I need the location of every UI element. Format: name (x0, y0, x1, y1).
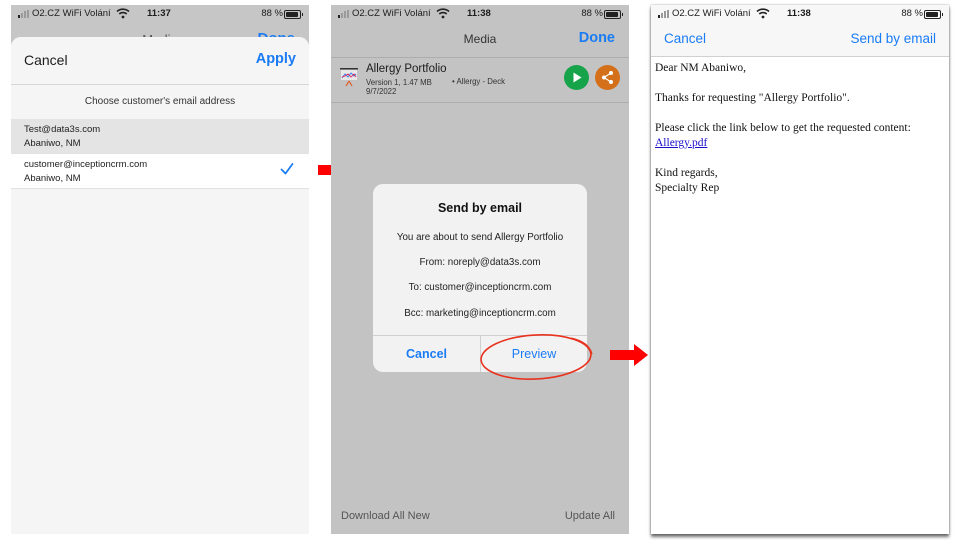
status-bar: O2.CZ WiFi Volání 11:37 88 % (11, 5, 309, 25)
wifi-icon (756, 8, 770, 19)
done-button[interactable]: Done (579, 30, 615, 46)
signal-icon (338, 10, 349, 18)
share-button[interactable] (595, 65, 620, 90)
status-bar: O2.CZ WiFi Volání 11:38 88 % (651, 5, 949, 25)
battery-percent: 88 % (261, 8, 283, 19)
clock: 11:38 (787, 8, 811, 19)
email-option[interactable]: Test@data3s.com Abaniwo, NM (11, 119, 309, 154)
screen-email-preview: O2.CZ WiFi Volání 11:38 88 % Cancel Send… (651, 5, 949, 534)
apply-button[interactable]: Apply (256, 51, 296, 67)
email-instruction-block: Please click the link below to get the r… (655, 121, 945, 151)
download-all-new-button[interactable]: Download All New (341, 510, 430, 522)
media-date: 9/7/2022 (366, 87, 397, 96)
dialog-bcc: Bcc: marketing@inceptioncrm.com (404, 308, 556, 319)
wifi-icon (436, 8, 450, 19)
nav-bar: Cancel Send by email (651, 25, 949, 57)
play-icon (573, 72, 582, 83)
email-option[interactable]: customer@inceptioncrm.com Abaniwo, NM (11, 154, 309, 189)
arrow-right-icon (610, 344, 648, 366)
email-signoff-block: Kind regards, Specialty Rep (655, 166, 945, 196)
media-tags: • Allergy - Deck (452, 77, 505, 86)
carrier-label: O2.CZ WiFi Volání (352, 8, 431, 19)
battery-icon (604, 10, 623, 19)
nav-bar: Media Done (331, 25, 629, 58)
battery-percent: 88 % (581, 8, 603, 19)
email-closing: Kind regards, (655, 167, 718, 179)
dialog-buttons: Cancel Preview (373, 335, 587, 372)
media-item[interactable]: Allergy Portfolio Version 1, 1.47 MB 9/7… (331, 58, 629, 103)
section-title: Choose customer's email address (84, 96, 236, 107)
sheet-header: Cancel Apply (11, 37, 309, 85)
media-title: Allergy Portfolio (366, 63, 447, 75)
media-meta: Version 1, 1.47 MB (366, 78, 432, 87)
dialog-cancel-button[interactable]: Cancel (373, 347, 480, 361)
dialog-title: Send by email (437, 201, 523, 215)
wifi-icon (116, 8, 130, 19)
battery-icon (284, 10, 303, 19)
presentation-icon (340, 68, 358, 87)
play-button[interactable] (564, 65, 589, 90)
email-greeting: Dear NM Abaniwo, (655, 62, 747, 74)
status-bar: O2.CZ WiFi Volání 11:38 88 % (331, 5, 629, 25)
dialog-preview-button[interactable]: Preview (481, 347, 587, 361)
send-by-email-dialog: Send by email You are about to send Alle… (373, 184, 587, 372)
battery-icon (924, 10, 943, 19)
update-all-button[interactable]: Update All (565, 510, 615, 522)
email-body: Dear NM Abaniwo, Thanks for requesting "… (655, 61, 945, 211)
send-by-email-button[interactable]: Send by email (850, 31, 936, 46)
dialog-message: You are about to send Allergy Portfolio (396, 232, 564, 243)
screen-media-send-dialog: O2.CZ WiFi Volání 11:38 88 % Media Done … (331, 5, 629, 534)
battery-percent: 88 % (901, 8, 923, 19)
carrier-label: O2.CZ WiFi Volání (672, 8, 751, 19)
contact-name: Abaniwo, NM (24, 173, 81, 184)
clock: 11:38 (467, 8, 491, 19)
attachment-link[interactable]: Allergy.pdf (655, 137, 707, 149)
cancel-button[interactable]: Cancel (24, 52, 68, 68)
email-instruction: Please click the link below to get the r… (655, 122, 911, 134)
email-signature: Specialty Rep (655, 182, 720, 194)
email-picker-sheet: Cancel Apply Choose customer's email add… (11, 37, 309, 534)
carrier-label: O2.CZ WiFi Volání (32, 8, 111, 19)
signal-icon (658, 10, 669, 18)
dialog-to: To: customer@inceptioncrm.com (408, 282, 552, 293)
cancel-button[interactable]: Cancel (664, 31, 706, 46)
contact-name: Abaniwo, NM (24, 138, 81, 149)
screen-choose-email: O2.CZ WiFi Volání 11:37 88 % Media Done … (11, 5, 309, 534)
email-address: customer@inceptioncrm.com (24, 159, 148, 170)
checkmark-icon (280, 163, 294, 175)
signal-icon (18, 10, 29, 18)
email-address: Test@data3s.com (24, 124, 101, 135)
dialog-from: From: noreply@data3s.com (419, 257, 541, 268)
email-thanks: Thanks for requesting "Allergy Portfolio… (655, 92, 850, 104)
clock: 11:37 (147, 8, 171, 19)
share-icon (602, 71, 613, 84)
